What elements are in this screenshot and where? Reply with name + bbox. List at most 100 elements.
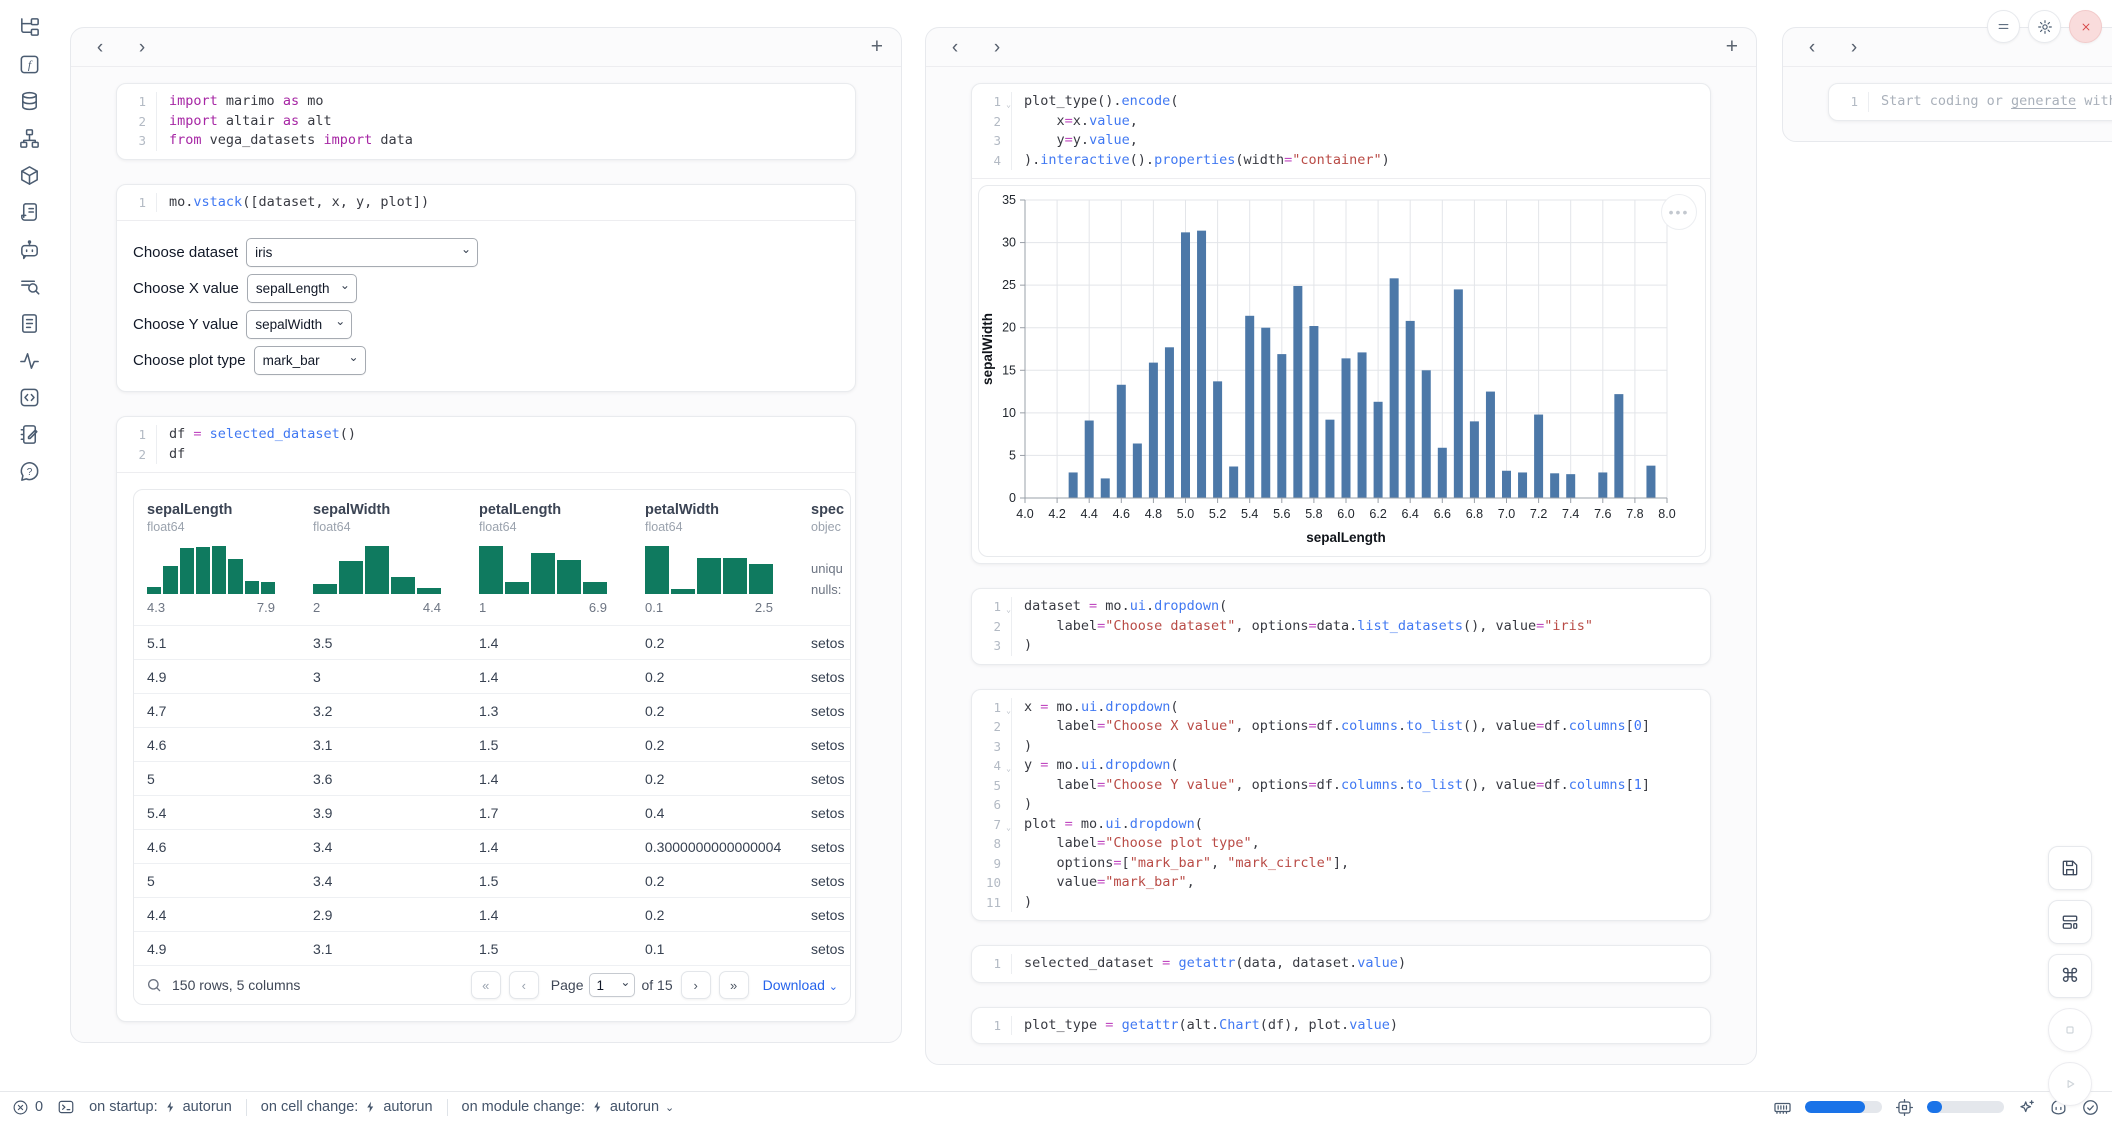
search-icon[interactable] (146, 977, 162, 993)
sidebar-item-file-explorer[interactable] (16, 14, 42, 40)
add-cell-button[interactable]: + (871, 35, 883, 59)
code-line[interactable]: 6) (972, 795, 1710, 815)
plot-type-select[interactable]: mark_bar (254, 346, 366, 375)
menu-button[interactable] (1987, 10, 2020, 43)
code-line[interactable]: 1mo.vstack([dataset, x, y, plot]) (117, 193, 855, 213)
next-page-button[interactable]: › (681, 971, 711, 999)
code-line[interactable]: 4⌄y = mo.ui.dropdown( (972, 756, 1710, 776)
table-row[interactable]: 4.73.21.30.2setos (134, 693, 850, 727)
table-column-header[interactable]: sepalWidthfloat6424.4 (300, 502, 466, 615)
code-line[interactable]: 2 label="Choose X value", options=df.col… (972, 717, 1710, 737)
code-line[interactable]: 1selected_dataset = getattr(data, datase… (972, 954, 1710, 974)
code-editor[interactable]: 1import marimo as mo2import altair as al… (117, 84, 855, 159)
code-line[interactable]: 1⌄dataset = mo.ui.dropdown( (972, 597, 1710, 617)
first-page-button[interactable]: « (471, 971, 501, 999)
code-line[interactable]: 7⌄plot = mo.ui.dropdown( (972, 815, 1710, 835)
column-next-button[interactable]: › (986, 38, 1008, 57)
table-row[interactable]: 4.931.40.2setos (134, 659, 850, 693)
dataset-select[interactable]: iris (246, 238, 478, 267)
settings-button[interactable] (2028, 10, 2061, 43)
code-line[interactable]: 2df (117, 445, 855, 465)
table-row[interactable]: 5.13.51.40.2setos (134, 625, 850, 659)
code-line[interactable]: 1plot_type = getattr(alt.Chart(df), plot… (972, 1016, 1710, 1036)
code-line[interactable]: 3from vega_datasets import data (117, 131, 855, 151)
column-next-button[interactable]: › (1843, 38, 1865, 57)
sidebar-item-snippets[interactable] (16, 384, 42, 410)
table-column-header[interactable]: specobjecuniqunulls: (798, 502, 851, 615)
code-line[interactable]: 9 options=["mark_bar", "mark_circle"], (972, 854, 1710, 874)
sidebar-item-scratchpad[interactable] (16, 421, 42, 447)
sidebar-item-tracing[interactable] (16, 347, 42, 373)
download-button[interactable]: Download ⌄ (763, 977, 838, 993)
y-value-select[interactable]: sepalWidth (246, 310, 352, 339)
table-column-header[interactable]: petalLengthfloat6416.9 (466, 502, 632, 615)
code-editor[interactable]: 1⌄plot_type().encode(2 x=x.value,3 y=y.v… (972, 84, 1710, 178)
sidebar-item-search[interactable] (16, 273, 42, 299)
code-line[interactable]: 1 Start coding or generate with (1829, 92, 2112, 112)
on-module-change-toggle[interactable]: on module change: autorun ⌄ (462, 1099, 675, 1115)
code-line[interactable]: 3) (972, 636, 1710, 656)
table-row[interactable]: 4.63.11.50.2setos (134, 727, 850, 761)
table-row[interactable]: 5.43.91.70.4setos (134, 795, 850, 829)
layout-toggle-button[interactable] (2048, 900, 2092, 944)
code-line[interactable]: 2import altair as alt (117, 112, 855, 132)
code-line[interactable]: 5 label="Choose Y value", options=df.col… (972, 776, 1710, 796)
code-line[interactable]: 2 x=x.value, (972, 112, 1710, 132)
code-editor[interactable]: 1⌄x = mo.ui.dropdown(2 label="Choose X v… (972, 690, 1710, 921)
column-prev-button[interactable]: ‹ (1801, 38, 1823, 57)
x-value-select[interactable]: sepalLength (247, 274, 357, 303)
column-prev-button[interactable]: ‹ (944, 38, 966, 57)
on-startup-toggle[interactable]: on startup: autorun (89, 1099, 232, 1115)
line-number: 1⌄ (972, 597, 1012, 617)
code-line[interactable]: 2 label="Choose dataset", options=data.l… (972, 617, 1710, 637)
code-editor[interactable]: 1mo.vstack([dataset, x, y, plot]) (117, 185, 855, 221)
sidebar-item-datasources[interactable] (16, 88, 42, 114)
keyboard-shortcuts-button[interactable]: ⌘ (2048, 954, 2092, 998)
on-cell-change-toggle[interactable]: on cell change: autorun (261, 1099, 433, 1115)
table-row[interactable]: 53.61.40.2setos (134, 761, 850, 795)
code-line[interactable]: 10 value="mark_bar", (972, 873, 1710, 893)
code-line[interactable]: 3 y=y.value, (972, 131, 1710, 151)
code-line[interactable]: 1⌄x = mo.ui.dropdown( (972, 698, 1710, 718)
table-column-header[interactable]: petalWidthfloat640.12.5 (632, 502, 798, 615)
terminal-button[interactable] (57, 1098, 75, 1116)
page-select[interactable]: 1 (589, 973, 635, 997)
table-column-header[interactable]: sepalLengthfloat644.37.9 (134, 502, 300, 615)
table-row[interactable]: 53.41.50.2setos (134, 863, 850, 897)
sidebar-item-documentation[interactable] (16, 310, 42, 336)
sidebar-item-variables[interactable]: f (16, 51, 42, 77)
save-button[interactable] (2048, 846, 2092, 890)
code-editor[interactable]: 1df = selected_dataset()2df (117, 417, 855, 472)
run-button[interactable] (2048, 1062, 2092, 1106)
table-row[interactable]: 4.42.91.40.2setos (134, 897, 850, 931)
column-next-button[interactable]: › (131, 38, 153, 57)
code-editor[interactable]: 1⌄dataset = mo.ui.dropdown(2 label="Choo… (972, 589, 1710, 664)
code-editor[interactable]: 1 Start coding or generate with (1829, 84, 2112, 120)
sidebar-item-ai-chat[interactable] (16, 236, 42, 262)
stop-button[interactable] (2048, 1008, 2092, 1052)
table-row[interactable]: 4.63.41.40.3000000000000004setos (134, 829, 850, 863)
generate-link[interactable]: generate (2011, 93, 2076, 109)
shutdown-button[interactable] (2069, 10, 2102, 43)
ai-sparkles-button[interactable] (2017, 1098, 2036, 1117)
code-editor[interactable]: 1selected_dataset = getattr(data, datase… (972, 946, 1710, 982)
add-cell-button[interactable]: + (1726, 35, 1738, 59)
code-editor[interactable]: 1plot_type = getattr(alt.Chart(df), plot… (972, 1008, 1710, 1044)
sidebar-item-dependency-graph[interactable] (16, 125, 42, 151)
code-line[interactable]: 1df = selected_dataset() (117, 425, 855, 445)
chart-menu-button[interactable]: ••• (1661, 194, 1697, 230)
last-page-button[interactable]: » (719, 971, 749, 999)
column-prev-button[interactable]: ‹ (89, 38, 111, 57)
code-line[interactable]: 3) (972, 737, 1710, 757)
error-count-badge[interactable]: 0 (12, 1099, 43, 1116)
sidebar-item-logs[interactable] (16, 199, 42, 225)
code-line[interactable]: 1import marimo as mo (117, 92, 855, 112)
sidebar-item-help[interactable]: ? (16, 458, 42, 484)
code-line[interactable]: 11) (972, 893, 1710, 913)
table-row[interactable]: 4.93.11.50.1setos (134, 931, 850, 965)
sidebar-item-packages[interactable] (16, 162, 42, 188)
code-line[interactable]: 1⌄plot_type().encode( (972, 92, 1710, 112)
prev-page-button[interactable]: ‹ (509, 971, 539, 999)
code-line[interactable]: 8 label="Choose plot type", (972, 834, 1710, 854)
code-line[interactable]: 4).interactive().properties(width="conta… (972, 151, 1710, 171)
